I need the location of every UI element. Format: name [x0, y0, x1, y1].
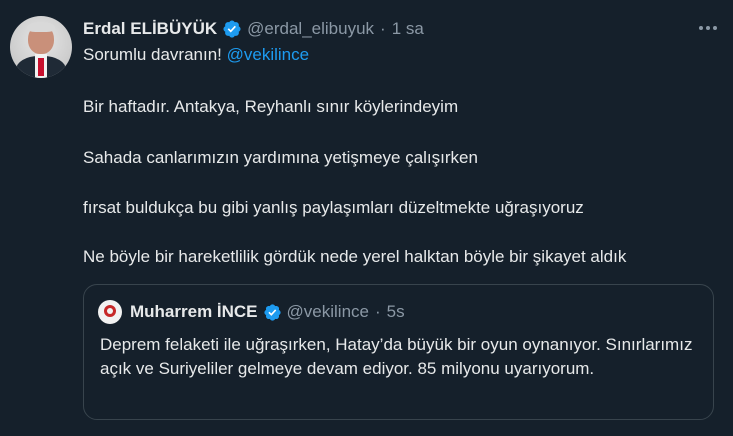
quoted-author-name: Muharrem İNCE — [130, 302, 258, 321]
author-name[interactable]: Erdal ELİBÜYÜK — [83, 19, 217, 39]
quoted-tweet-header: Muharrem İNCE @vekilince · 5s — [130, 301, 405, 323]
tweet-header: Erdal ELİBÜYÜK @erdal_elibuyuk · 1 sa — [83, 17, 424, 41]
more-options-icon[interactable] — [697, 17, 719, 39]
author-avatar[interactable] — [10, 16, 72, 78]
verified-badge-icon — [223, 20, 241, 38]
quoted-tweet-text: Deprem felaketi ile uğraşırken, Hatay’da… — [100, 335, 693, 378]
more-dot — [699, 26, 703, 30]
separator-dot: · — [380, 19, 386, 38]
avatar-hair — [27, 22, 55, 32]
tweet-line-4: fırsat buldukça bu gibi yanlış paylaşıml… — [83, 198, 584, 217]
tweet-line-5: Ne böyle bir hareketlilik gördük nede ye… — [83, 247, 627, 266]
mention-link[interactable]: @vekilince — [227, 45, 309, 64]
quoted-author-avatar — [98, 300, 122, 324]
more-dot — [713, 26, 717, 30]
quoted-author-handle: @vekilince — [286, 302, 369, 321]
avatar-tie — [38, 58, 44, 76]
quoted-tweet-card[interactable]: Muharrem İNCE @vekilince · 5s Deprem fel… — [83, 284, 714, 420]
more-dot — [706, 26, 710, 30]
separator-dot: · — [374, 302, 381, 321]
tweet-time[interactable]: 1 sa — [392, 19, 424, 39]
quoted-tweet-time: 5s — [386, 302, 405, 321]
tweet-line-1: Sorumlu davranın! @vekilince — [83, 45, 309, 65]
tweet-text-segment: Sorumlu davranın! — [83, 45, 227, 64]
tweet-line-2: Bir haftadır. Antakya, Reyhanlı sınır kö… — [83, 97, 459, 116]
avatar-logo-inner — [107, 308, 113, 314]
tweet-line-3: Sahada canlarımızın yardımına yetişmeye … — [83, 148, 478, 167]
verified-badge-icon — [263, 303, 281, 321]
author-handle[interactable]: @erdal_elibuyuk — [247, 19, 374, 39]
